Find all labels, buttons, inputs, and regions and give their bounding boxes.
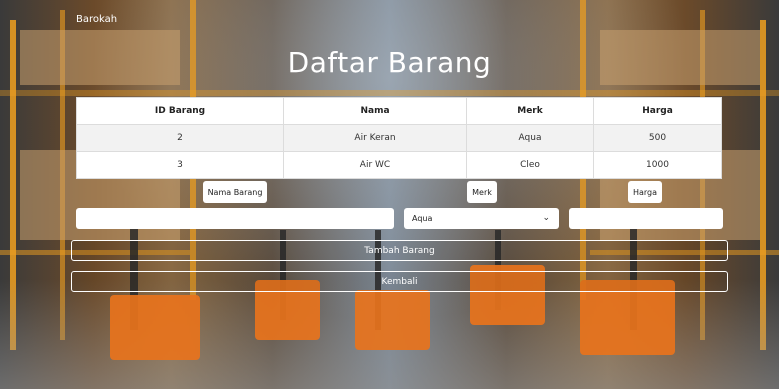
nama-barang-label: Nama Barang <box>203 181 267 203</box>
table-row: 2 Air Keran Aqua 500 <box>76 124 722 152</box>
merk-label: Merk <box>467 181 497 203</box>
chevron-down-icon: ⌄ <box>542 213 550 223</box>
nama-barang-input[interactable] <box>76 208 394 229</box>
column-header-harga: Harga <box>593 97 722 125</box>
items-table: ID Barang Nama Merk Harga 2 Air Keran Aq… <box>76 97 722 179</box>
tambah-barang-button[interactable]: Tambah Barang <box>71 240 728 261</box>
cell-merk: Cleo <box>466 151 594 179</box>
harga-input[interactable] <box>569 208 723 229</box>
table-row: 3 Air WC Cleo 1000 <box>76 151 722 179</box>
merk-select[interactable]: Aqua ⌄ <box>404 208 559 229</box>
cell-nama: Air WC <box>283 151 467 179</box>
cell-id: 2 <box>76 124 284 152</box>
cell-id: 3 <box>76 151 284 179</box>
cell-harga: 1000 <box>593 151 722 179</box>
harga-label: Harga <box>628 181 662 203</box>
cell-merk: Aqua <box>466 124 594 152</box>
cell-harga: 500 <box>593 124 722 152</box>
column-header-id: ID Barang <box>76 97 284 125</box>
page-title: Daftar Barang <box>287 46 492 79</box>
kembali-button[interactable]: Kembali <box>71 271 728 292</box>
column-header-merk: Merk <box>466 97 594 125</box>
merk-select-value: Aqua <box>412 214 433 223</box>
cell-nama: Air Keran <box>283 124 467 152</box>
column-header-nama: Nama <box>283 97 467 125</box>
brand-name: Barokah <box>76 14 118 25</box>
table-header-row: ID Barang Nama Merk Harga <box>76 97 722 125</box>
